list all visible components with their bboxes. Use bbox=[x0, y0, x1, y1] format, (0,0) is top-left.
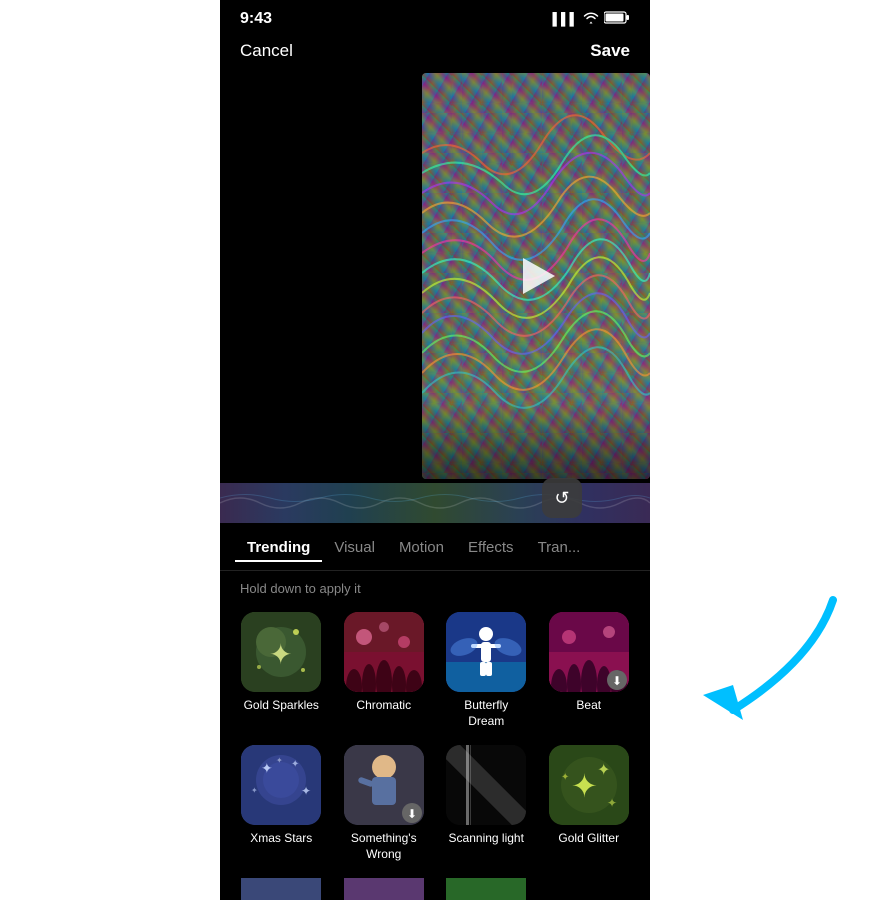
svg-text:✦: ✦ bbox=[561, 772, 569, 783]
effect-partial-2[interactable] bbox=[333, 870, 436, 900]
header: Cancel Save bbox=[220, 33, 650, 73]
timeline-inner bbox=[220, 483, 650, 523]
status-time: 9:43 bbox=[240, 10, 272, 28]
svg-text:✦: ✦ bbox=[597, 762, 610, 779]
svg-text:✦: ✦ bbox=[261, 760, 273, 776]
tab-effects[interactable]: Effects bbox=[456, 535, 526, 562]
svg-text:⬇: ⬇ bbox=[407, 807, 417, 821]
effect-beat[interactable]: ⬇ Beat bbox=[538, 604, 641, 737]
effect-xmas-stars[interactable]: ✦ ✦ ✦ ✦ ✦ Xmas Stars bbox=[230, 737, 333, 870]
svg-text:✦: ✦ bbox=[276, 756, 283, 765]
effect-label-gold-sparkles: Gold Sparkles bbox=[244, 698, 319, 714]
svg-text:✦: ✦ bbox=[607, 796, 617, 810]
effect-thumb-partial-1 bbox=[241, 878, 321, 900]
svg-text:✦: ✦ bbox=[291, 759, 299, 770]
effect-thumb-beat: ⬇ bbox=[549, 612, 629, 692]
svg-text:✦: ✦ bbox=[269, 639, 292, 670]
phone-screen: 9:43 ▌▌▌ bbox=[220, 0, 650, 900]
effect-partial-1[interactable] bbox=[230, 870, 333, 900]
effects-grid-partial bbox=[220, 870, 650, 900]
effect-thumb-chromatic bbox=[344, 612, 424, 692]
effect-thumb-gold-sparkles: ✦ bbox=[241, 612, 321, 692]
tab-motion[interactable]: Motion bbox=[387, 535, 456, 562]
effect-gold-sparkles[interactable]: ✦ Gold Sparkles bbox=[230, 604, 333, 737]
effects-grid-row2: ✦ ✦ ✦ ✦ ✦ Xmas Stars bbox=[220, 737, 650, 870]
status-bar: 9:43 ▌▌▌ bbox=[220, 0, 650, 33]
play-button[interactable] bbox=[523, 258, 555, 294]
effect-label-gold-glitter: Gold Glitter bbox=[558, 831, 619, 847]
effect-partial-3[interactable] bbox=[435, 870, 538, 900]
svg-text:✦: ✦ bbox=[251, 786, 258, 795]
effects-grid-row1: ✦ Gold Sparkles bbox=[220, 604, 650, 737]
tabs-bar: Trending Visual Motion Effects Tran... bbox=[220, 523, 650, 571]
effect-thumb-xmas: ✦ ✦ ✦ ✦ ✦ bbox=[241, 745, 321, 825]
undo-icon: ↺ bbox=[554, 488, 569, 509]
svg-text:✦: ✦ bbox=[571, 768, 598, 804]
effect-thumb-butterfly bbox=[446, 612, 526, 692]
effect-label-beat: Beat bbox=[576, 698, 601, 714]
effect-somethings-wrong[interactable]: ⬇ Something's Wrong bbox=[333, 737, 436, 870]
timeline-strip[interactable] bbox=[220, 483, 650, 523]
effect-scanning-light[interactable]: Scanning light bbox=[435, 737, 538, 870]
hint-text: Hold down to apply it bbox=[220, 571, 650, 604]
tab-trending[interactable]: Trending bbox=[235, 535, 322, 562]
effect-thumb-scanning-light bbox=[446, 745, 526, 825]
effect-label-scanning-light: Scanning light bbox=[449, 831, 524, 847]
svg-text:✦: ✦ bbox=[301, 784, 311, 798]
undo-button[interactable]: ↺ bbox=[542, 478, 582, 518]
effect-thumb-partial-3 bbox=[446, 878, 526, 900]
phone-frame: 9:43 ▌▌▌ bbox=[0, 0, 873, 900]
effect-thumb-gold-glitter: ✦ ✦ ✦ ✦ bbox=[549, 745, 629, 825]
tab-transitions[interactable]: Tran... bbox=[526, 535, 593, 562]
cancel-button[interactable]: Cancel bbox=[240, 41, 293, 61]
arrow-annotation bbox=[653, 580, 873, 745]
effect-chromatic[interactable]: Chromatic bbox=[333, 604, 436, 737]
svg-text:⬇: ⬇ bbox=[612, 674, 622, 688]
effect-partial-4[interactable] bbox=[538, 870, 641, 900]
signal-icon: ▌▌▌ bbox=[552, 12, 578, 26]
save-button[interactable]: Save bbox=[590, 41, 630, 61]
effect-thumb-partial-2 bbox=[344, 878, 424, 900]
effect-gold-glitter[interactable]: ✦ ✦ ✦ ✦ Gold Glitter bbox=[538, 737, 641, 870]
video-preview[interactable] bbox=[422, 73, 650, 479]
effect-label-butterfly-dream: Butterfly Dream bbox=[446, 698, 526, 729]
effect-butterfly-dream[interactable]: Butterfly Dream bbox=[435, 604, 538, 737]
tab-visual[interactable]: Visual bbox=[322, 535, 387, 562]
effect-thumb-somethings-wrong: ⬇ bbox=[344, 745, 424, 825]
status-icons: ▌▌▌ bbox=[552, 11, 630, 27]
wifi-icon bbox=[583, 12, 599, 27]
battery-icon bbox=[604, 11, 630, 27]
effect-label-chromatic: Chromatic bbox=[356, 698, 411, 714]
effect-label-somethings-wrong: Something's Wrong bbox=[344, 831, 424, 862]
effect-label-xmas-stars: Xmas Stars bbox=[250, 831, 312, 847]
